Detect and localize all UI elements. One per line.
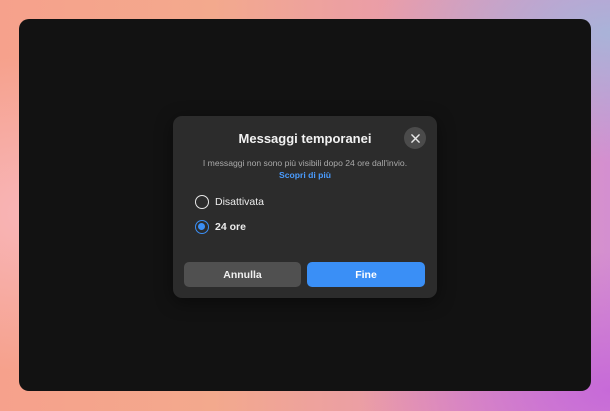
dialog-description: I messaggi non sono più visibili dopo 24… xyxy=(202,158,408,168)
option-24h-label: 24 ore xyxy=(215,221,246,233)
radio-24h[interactable] xyxy=(195,220,209,234)
cancel-button[interactable]: Annulla xyxy=(184,262,301,287)
learn-more-link[interactable]: Scopri di più xyxy=(173,170,437,180)
close-icon xyxy=(410,133,420,143)
option-off-label: Disattivata xyxy=(215,196,265,208)
app-window: Messaggi temporanei I messaggi non sono … xyxy=(19,19,591,391)
close-button[interactable] xyxy=(404,127,426,149)
option-24h[interactable]: 24 ore xyxy=(195,219,246,235)
radio-off[interactable] xyxy=(195,195,209,209)
dialog-title: Messaggi temporanei xyxy=(238,131,372,146)
done-button[interactable]: Fine xyxy=(307,262,425,287)
option-off[interactable]: Disattivata xyxy=(195,194,264,210)
disappearing-messages-dialog: Messaggi temporanei I messaggi non sono … xyxy=(173,116,437,298)
